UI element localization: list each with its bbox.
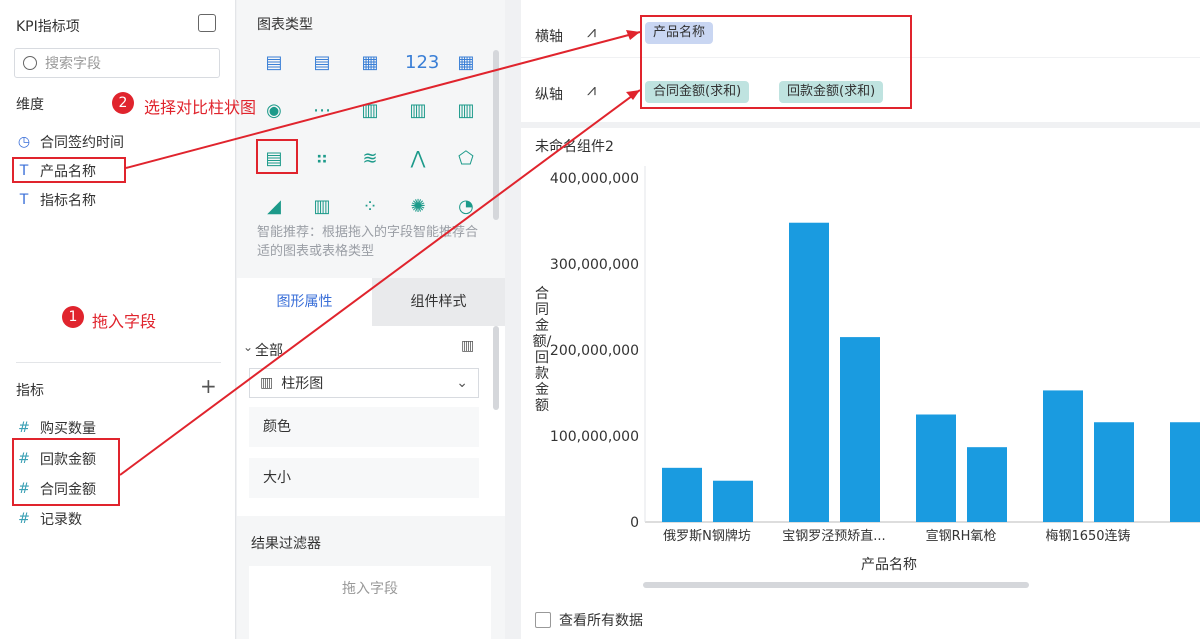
scatter-map-icon[interactable]: ⋯ [309, 100, 335, 122]
grouped-bar-icon[interactable]: ▥ [405, 100, 431, 122]
chart-type-select[interactable]: ▥ 柱形图 ⌄ [249, 368, 479, 398]
detail-table-icon[interactable]: ▦ [453, 52, 479, 74]
combo-bar-icon[interactable]: ▥ [309, 196, 335, 218]
number-icon[interactable]: 123 [405, 52, 439, 74]
area-icon[interactable]: ◢ [261, 196, 287, 218]
cross-table-icon[interactable]: ▦ [357, 52, 383, 74]
tab-graph-properties[interactable]: 图形属性 [237, 278, 372, 326]
step-badge: 2 [112, 92, 134, 114]
bar-chart-icon: ▥ [260, 375, 274, 391]
search-placeholder: 搜索字段 [45, 56, 101, 72]
indicator-item[interactable]: # 购买数量 [16, 418, 96, 438]
indicator-label: 记录数 [40, 512, 82, 528]
bar [662, 467, 702, 522]
bar [916, 414, 956, 522]
filter-title: 结果过滤器 [251, 536, 321, 552]
filter-dropzone[interactable]: 拖入字段 [249, 566, 491, 639]
search-icon [23, 56, 37, 70]
grouped-table-icon[interactable]: ▤ [309, 52, 335, 74]
chart-config-panel: 图表类型 ▤ ▤ ▦ 123 ▦ ◉ ⋯ ▥ ▥ ▥ ▤ ⠶ ≋ ⋀ ⬠ ◢ ▥ ⁘ ✺ ◔ 智能推荐：根据拖入的字段… [237, 0, 505, 639]
bar [713, 480, 753, 522]
highlight-box [12, 157, 126, 183]
step-text: 拖入字段 [92, 312, 157, 331]
highlight-box [256, 139, 298, 174]
dimension-item[interactable]: ◷ 合同签约时间 [16, 132, 124, 152]
zigzag-line-icon[interactable]: ⋀ [405, 148, 431, 170]
chart-hscrollbar[interactable] [643, 582, 1029, 588]
hash-icon: # [18, 420, 30, 436]
highlight-box [640, 15, 912, 109]
indicator-item[interactable]: # 记录数 [16, 509, 82, 529]
x-tick-label: 梅钢1650连铸 [1045, 528, 1130, 544]
x-tick-label: 俄罗斯N钢牌坊 [663, 528, 751, 544]
bar [1043, 390, 1083, 522]
bar [789, 222, 829, 522]
x-tick-label: 宝钢罗泾预矫直... [782, 529, 885, 544]
table-icon[interactable]: ▤ [261, 52, 287, 74]
chevron-down-icon[interactable]: ⌄ [243, 340, 253, 354]
chart-ylabel: 合同金额/回款金额 [532, 286, 552, 414]
view-all-label: 查看所有数据 [559, 613, 643, 629]
chart-type-value: 柱形图 [281, 376, 324, 392]
checkbox[interactable] [535, 612, 551, 628]
prop-size[interactable]: 大小 [249, 458, 479, 498]
text-t-icon: T [19, 192, 29, 208]
bar [967, 447, 1007, 522]
bar [1170, 422, 1200, 522]
prop-color[interactable]: 颜色 [249, 407, 479, 447]
column-icon[interactable]: ▥ [453, 100, 479, 122]
gallery-scrollbar[interactable] [493, 50, 499, 220]
indicators-title: 指标 [16, 383, 44, 399]
step-badge: 1 [62, 306, 84, 328]
dimension-label: 指标名称 [40, 193, 96, 209]
y-tick-label: 0 [630, 515, 639, 531]
radar-icon[interactable]: ⬠ [453, 148, 479, 170]
y-tick-label: 100,000,000 [550, 429, 639, 445]
y-tick-label: 400,000,000 [550, 171, 639, 187]
bar-chart-icon[interactable]: ▥ [461, 338, 474, 354]
tab-component-style[interactable]: 组件样式 [372, 278, 505, 326]
recommend-text: 智能推荐：根据拖入的字段智能推荐合适的图表或表格类型 [257, 225, 479, 259]
dimensions-title: 维度 [16, 97, 44, 113]
dimension-label: 合同签约时间 [40, 135, 124, 151]
bubble-icon[interactable]: ✺ [405, 196, 431, 218]
view-all-data[interactable]: 查看所有数据 [535, 610, 643, 630]
clock-icon: ◷ [17, 134, 31, 150]
add-icon[interactable]: + [200, 374, 217, 398]
switch-dataset-icon[interactable] [198, 14, 216, 32]
highlight-box [12, 438, 120, 506]
area-line-icon[interactable]: ≋ [357, 148, 383, 170]
indicator-label: 购买数量 [40, 421, 96, 437]
chart-xlabel: 产品名称 [861, 557, 917, 573]
bar [1094, 422, 1134, 522]
map-icon[interactable]: ◉ [261, 100, 287, 122]
y-tick-label: 200,000,000 [550, 343, 639, 359]
search-input[interactable]: 搜索字段 [14, 48, 220, 78]
panel-title: KPI指标项 [16, 19, 80, 35]
divider [16, 362, 221, 363]
pie-icon[interactable]: ◔ [453, 196, 479, 218]
y-tick-label: 300,000,000 [550, 257, 639, 273]
dimension-item[interactable]: T 指标名称 [16, 190, 96, 210]
props-scrollbar[interactable] [493, 326, 499, 410]
range-bar-icon[interactable]: ⠶ [309, 148, 335, 170]
bar [840, 337, 880, 522]
stacked-bar-icon[interactable]: ▥ [357, 100, 383, 122]
chevron-down-icon: ⌄ [456, 375, 468, 391]
step-text: 选择对比柱状图 [144, 98, 257, 117]
dot-icon[interactable]: ⁘ [357, 196, 383, 218]
x-tick-label: 宣钢RH氧枪 [926, 528, 997, 544]
all-label[interactable]: 全部 [255, 340, 283, 360]
hash-icon: # [18, 511, 30, 527]
